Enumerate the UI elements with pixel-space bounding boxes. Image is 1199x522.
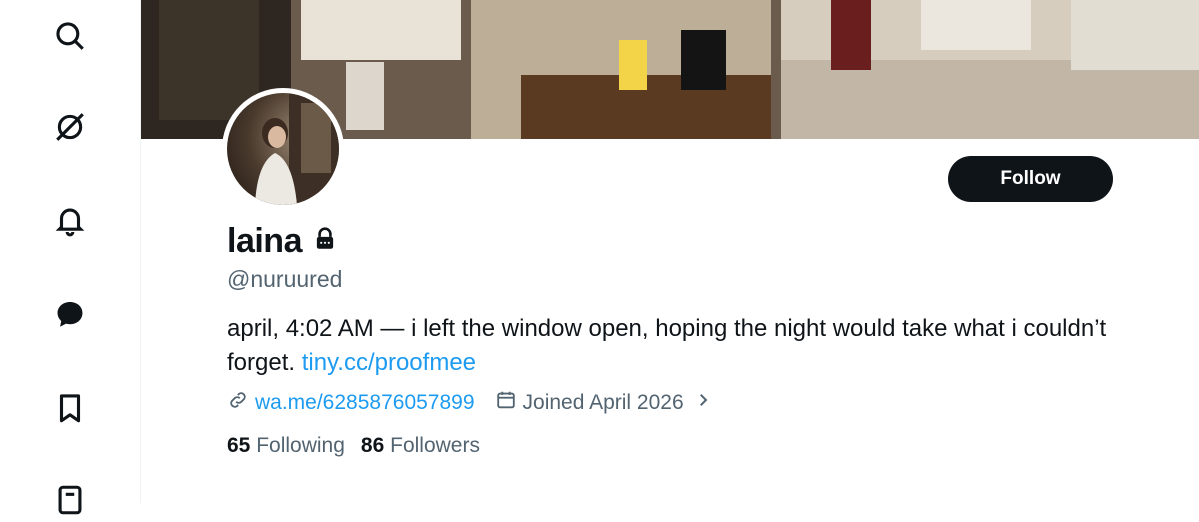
lock-icon [312,226,338,257]
chevron-right-icon [694,391,712,415]
profile-avatar[interactable] [222,88,344,210]
profile-name-row: laina [227,222,338,261]
grok-icon[interactable] [48,105,92,149]
messages-icon[interactable] [48,292,92,336]
avatar-photo [227,93,339,205]
profile-bio: april, 4:02 AM — i left the window open,… [227,312,1127,380]
following-count: 65 [227,434,251,457]
followers-count: 86 [360,434,385,457]
website-item: wa.me/6285876057899 [227,389,475,417]
search-icon[interactable] [48,14,92,58]
following-label: Following [256,434,345,457]
joined-date: Joined April 2026 [522,391,684,414]
follow-button[interactable]: Follow [948,156,1113,202]
link-icon [227,389,249,417]
bio-link[interactable]: tiny.cc/proofmee [302,349,476,376]
bookmarks-icon[interactable] [48,386,92,430]
lists-icon[interactable] [48,478,92,522]
profile-handle: @nuruured [227,266,343,292]
sidebar-nav [0,0,141,515]
followers-label: Followers [390,434,480,457]
profile-stats: 65 Following 86 Followers [227,434,480,458]
website-link[interactable]: wa.me/6285876057899 [255,391,475,415]
profile-meta: wa.me/6285876057899 Joined April 2026 [227,389,712,417]
calendar-icon [495,389,517,417]
followers-stat[interactable]: 86 Followers [361,434,480,458]
notifications-icon[interactable] [48,198,92,242]
display-name: laina [227,222,302,260]
joined-item[interactable]: Joined April 2026 [495,389,712,417]
following-stat[interactable]: 65 Following [227,434,345,458]
